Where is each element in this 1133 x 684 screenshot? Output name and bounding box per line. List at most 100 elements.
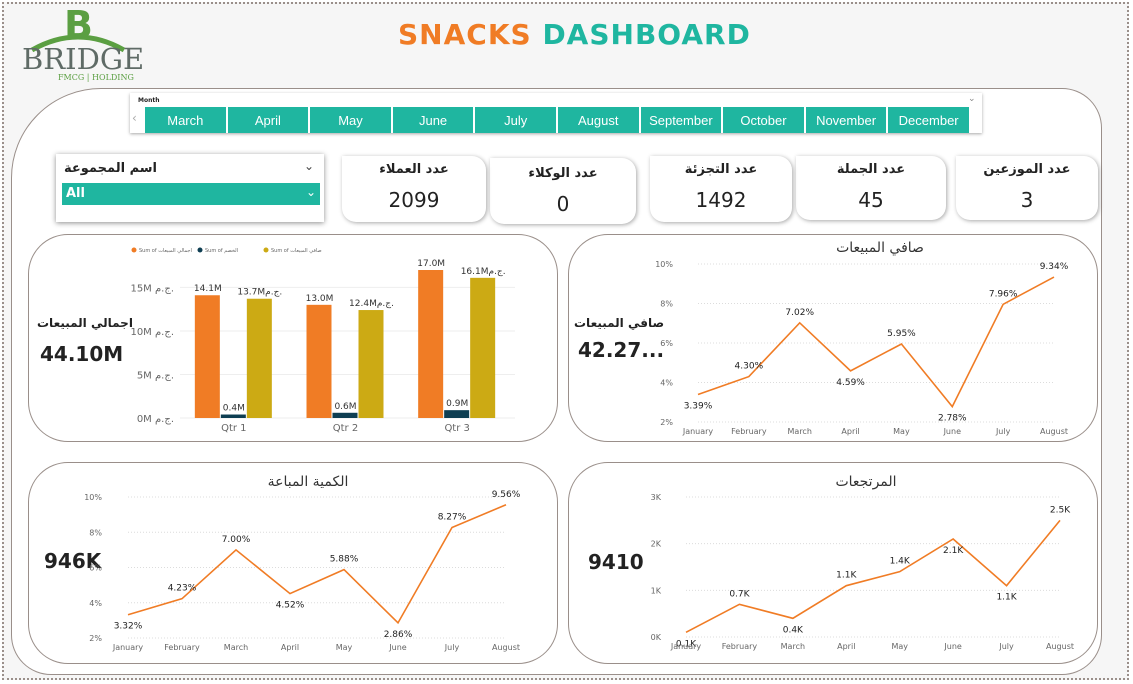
card-value: 0 [556, 192, 570, 216]
month-button-september[interactable]: September [640, 107, 724, 133]
bar [246, 298, 272, 418]
data-label: 3.39% [684, 402, 713, 412]
bar [306, 304, 332, 418]
x-tick-label: March [788, 427, 812, 436]
x-tick-label: January [670, 642, 702, 651]
data-label: 1.4K [890, 557, 911, 567]
card-label: عدد الموزعين [983, 162, 1071, 177]
data-label: 4.59% [836, 378, 865, 388]
y-tick-label: 2K [651, 540, 662, 549]
group-filter-value: All [66, 186, 85, 201]
month-slicer: Month ⌄ ‹ March April May June July August Sep… [130, 93, 982, 133]
data-label: 9.34% [1040, 262, 1069, 272]
x-tick-label: August [1040, 427, 1068, 436]
series-line [685, 519, 1061, 634]
x-tick-label: January [112, 643, 144, 652]
legend-marker [263, 247, 269, 253]
data-label: 12.4Mج.م. [349, 299, 394, 309]
bar [358, 310, 384, 418]
y-tick-label: 0K [651, 633, 662, 642]
logo-subtitle: FMCG | HOLDING [58, 73, 134, 82]
y-tick-label: 0M ج.م. [137, 414, 174, 425]
y-tick-label: 1K [651, 586, 662, 595]
x-tick-label: July [444, 643, 460, 652]
card-wholesale: عدد الجملة 45 [796, 156, 946, 220]
data-label: 4.23% [168, 584, 197, 594]
card-label: عدد التجزئة [684, 162, 758, 177]
legend-label: Sum of اجمالي المبيعات [139, 248, 192, 254]
y-tick-label: 2% [660, 418, 673, 427]
quantity-line-chart: الكمية المباعة 2% 4% 6% 8% 10% 3.32% January 4.2… [84, 474, 521, 652]
bar [470, 277, 496, 418]
x-tick-label: June [943, 642, 962, 651]
chart-title: الكمية المباعة [268, 474, 349, 490]
month-buttons: March April May June July August September Octo… [145, 107, 971, 133]
chevron-down-icon[interactable]: ⌄ [968, 94, 976, 104]
data-label: 5.88% [330, 555, 359, 565]
x-tick-label: April [281, 643, 299, 652]
x-tick-label: June [388, 643, 407, 652]
chevron-down-icon[interactable]: ⌄ [304, 159, 314, 173]
y-tick-label: 8% [89, 528, 102, 537]
x-tick-label: Qtr 1 [221, 423, 246, 434]
data-label: 4.52% [276, 601, 305, 611]
x-tick-label: March [781, 642, 805, 651]
chevron-left-icon[interactable]: ‹ [132, 111, 137, 125]
page-title: SNACKS DASHBOARD [398, 18, 751, 51]
data-label: 0.6M [334, 402, 356, 412]
returns-value: 9410 [588, 550, 644, 574]
x-tick-label: February [722, 642, 758, 651]
month-button-december[interactable]: December [888, 107, 971, 133]
data-label: 2.5K [1050, 505, 1071, 515]
card-distributors: عدد الموزعين 3 [956, 156, 1098, 220]
data-label: 8.27% [438, 512, 467, 522]
y-tick-label: 10M ج.م. [130, 327, 174, 338]
logo-text: BRIDGE [22, 42, 145, 76]
month-button-april[interactable]: April [227, 107, 311, 133]
month-button-july[interactable]: July [475, 107, 558, 133]
month-button-may[interactable]: May [310, 107, 393, 133]
x-tick-label: May [336, 643, 353, 652]
x-tick-label: July [995, 427, 1011, 436]
data-label: 3.32% [114, 622, 143, 632]
y-tick-label: 4% [89, 599, 102, 608]
data-label: 2.78% [938, 414, 967, 424]
data-label: 0.7K [729, 589, 750, 599]
card-value: 3 [1020, 188, 1034, 212]
svg-text:B: B [64, 6, 93, 47]
data-label: 0.4K [783, 625, 804, 635]
chart-title: المرتجعات [835, 474, 896, 490]
x-tick-label: February [164, 643, 200, 652]
returns-line-chart: المرتجعات0K1K2K3K0.1KJanuary0.7KFebruary… [651, 474, 1074, 651]
y-tick-label: 6% [660, 339, 673, 348]
data-label: 9.56% [492, 490, 521, 500]
card-customers: عدد العملاء 2099 [342, 156, 486, 222]
card-label: عدد العملاء [379, 162, 449, 177]
data-label: 5.95% [887, 329, 916, 339]
y-tick-label: 15M ج.م. [130, 283, 174, 294]
data-label: 2.1K [943, 546, 964, 556]
month-button-march[interactable]: March [145, 107, 228, 133]
x-tick-label: May [893, 427, 910, 436]
gross-sales-label: اجمالي المبيعات [37, 316, 133, 330]
group-filter-select[interactable]: All ⌄ [62, 183, 320, 205]
chart-title: صافي المبيعات [836, 240, 924, 256]
x-tick-label: April [841, 427, 859, 436]
chevron-down-icon[interactable]: ⌄ [306, 185, 316, 199]
month-button-november[interactable]: November [805, 107, 889, 133]
card-agents: عدد الوكلاء 0 [490, 158, 636, 224]
data-label: 0.9M [446, 399, 468, 409]
month-button-august[interactable]: August [557, 107, 641, 133]
gross-sales-value: 44.10M [40, 342, 124, 366]
card-value: 1492 [695, 188, 747, 212]
data-label: 7.00% [222, 535, 251, 545]
x-tick-label: Qtr 3 [444, 423, 469, 434]
card-label: عدد الوكلاء [528, 166, 598, 181]
month-button-october[interactable]: October [723, 107, 806, 133]
y-tick-label: 6% [89, 564, 102, 573]
net-sales-line-chart: صافي المبيعات 2% 4% 6% 8% 10% 3.39% January 4.30… [655, 240, 1069, 436]
card-value: 2099 [388, 188, 440, 212]
legend-label: Sum of الخصم [205, 248, 238, 254]
month-button-june[interactable]: June [392, 107, 476, 133]
x-tick-label: August [492, 643, 520, 652]
